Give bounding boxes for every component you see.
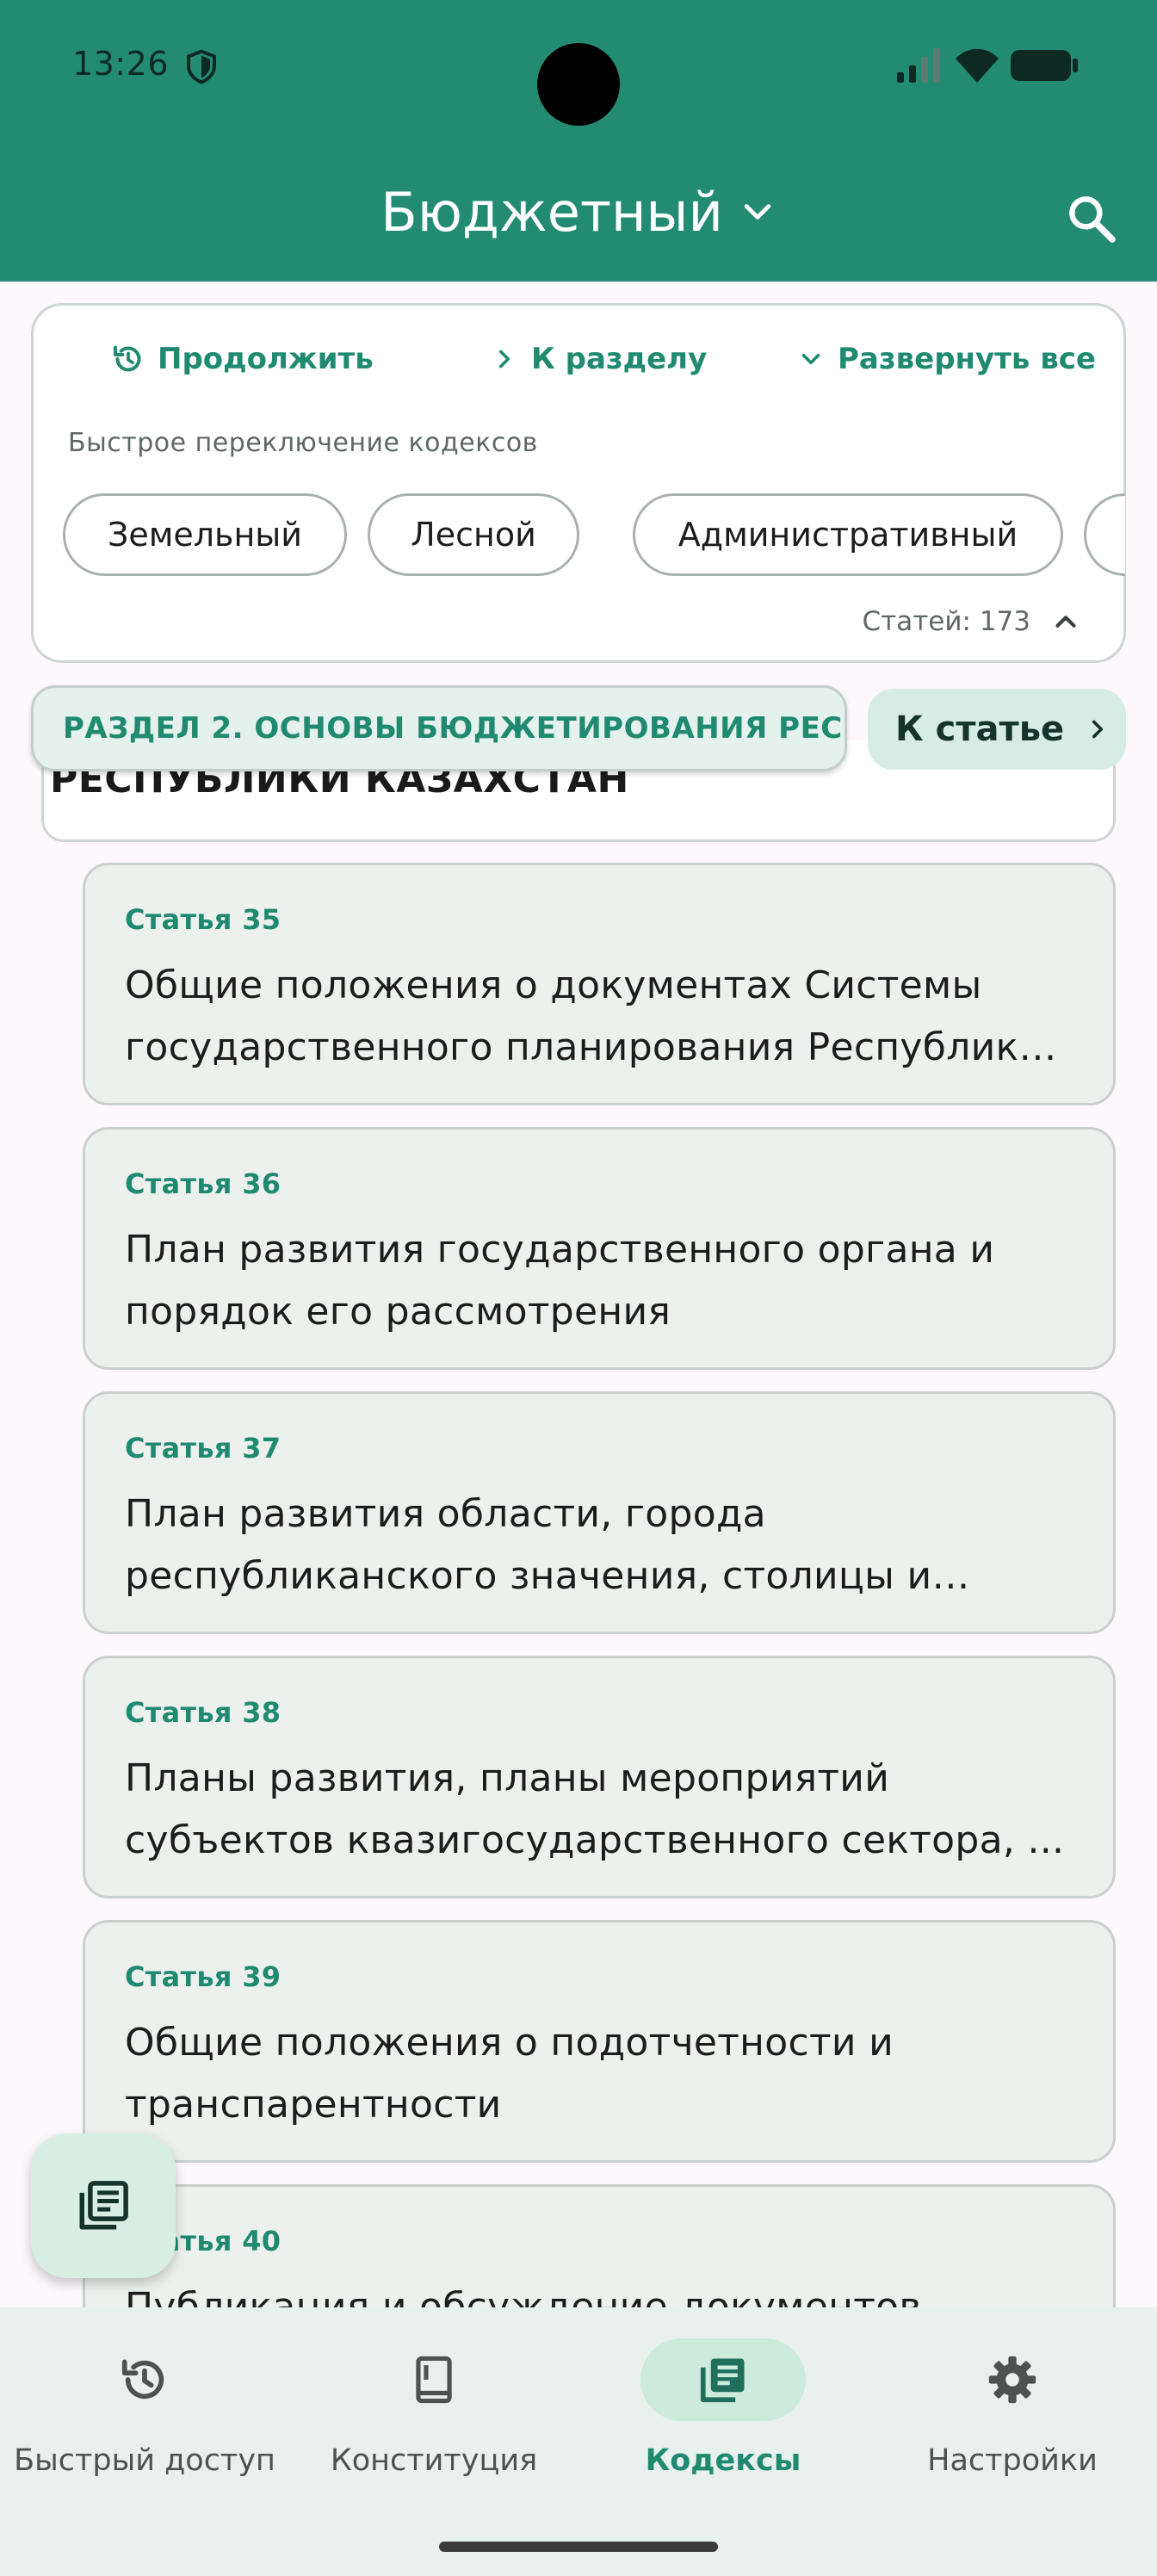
top-app-bar: 13:26 Бюджетный: [0, 0, 1157, 282]
article-list[interactable]: Статья 35 Общие положения о документах С…: [0, 858, 1157, 2307]
to-article-label: К статье: [895, 709, 1065, 749]
gear-icon: [986, 2353, 1039, 2406]
app-title: Бюджетный: [381, 180, 723, 244]
shield-icon: [184, 48, 219, 86]
chip-lesnoy[interactable]: Лесной: [368, 493, 579, 576]
article-number: Статья 38: [125, 1696, 282, 1729]
chevron-right-icon: [490, 344, 519, 374]
history-icon: [111, 342, 145, 376]
nav-settings[interactable]: Настройки: [868, 2338, 1157, 2511]
article-card-37[interactable]: Статья 37 План развития области, города …: [83, 1391, 1116, 1634]
history-icon: [118, 2353, 171, 2406]
search-icon[interactable]: [1064, 191, 1119, 246]
current-section-pill[interactable]: РАЗДЕЛ 2. ОСНОВЫ БЮДЖЕТИРОВАНИЯ РЕС...: [31, 685, 847, 771]
nav-codes[interactable]: Кодексы: [578, 2338, 868, 2511]
article-title: Планы развития, планы мероприятий субъек…: [125, 1756, 1065, 1862]
nav-constitution[interactable]: Конституция: [289, 2338, 578, 2511]
nav-label: Настройки: [927, 2443, 1098, 2478]
status-time: 13:26: [72, 45, 170, 83]
status-icons: [897, 48, 1080, 83]
wifi-icon: [956, 48, 999, 83]
article-title: Общие положения о подотчетности и трансп…: [125, 2021, 894, 2127]
article-card-38[interactable]: Статья 38 Планы развития, планы мероприя…: [83, 1656, 1116, 1898]
nav-label: Конституция: [330, 2443, 538, 2478]
chevron-down-icon: [796, 344, 826, 374]
nav-label: Быстрый доступ: [14, 2443, 275, 2478]
article-count: Статей: 173: [862, 606, 1030, 637]
chip-partial[interactable]: А: [1084, 493, 1125, 576]
article-title: Общие положения о документах Системы гос…: [125, 963, 1044, 1069]
current-section-label: РАЗДЕЛ 2. ОСНОВЫ БЮДЖЕТИРОВАНИЯ РЕС...: [63, 711, 847, 746]
article-number: Статья 37: [125, 1432, 282, 1464]
nav-quick-access[interactable]: Быстрый доступ: [0, 2338, 289, 2511]
article-number: Статья 39: [125, 1960, 282, 1993]
article-card-39[interactable]: Статья 39 Общие положения о подотчетност…: [83, 1920, 1116, 2163]
article-card-35[interactable]: Статья 35 Общие положения о документах С…: [83, 863, 1116, 1105]
article-title: План развития государственного органа и …: [125, 1228, 995, 1334]
camera-cutout: [537, 43, 620, 126]
contents-fab[interactable]: [31, 2133, 176, 2278]
article-title: План развития области, города республика…: [125, 1492, 932, 1598]
continue-button[interactable]: Продолжить: [111, 342, 374, 376]
article-number: Статья 36: [125, 1167, 282, 1200]
signal-icon: [897, 48, 944, 83]
to-section-button[interactable]: К разделу: [490, 342, 707, 376]
book-icon: [407, 2353, 461, 2406]
article-count-row[interactable]: Статей: 173: [863, 605, 1082, 638]
chip-zemelny[interactable]: Земельный: [63, 493, 347, 576]
continue-label: Продолжить: [158, 342, 374, 376]
article-title: Публикация и обсуждение документов: [125, 2285, 922, 2307]
bottom-navigation: Быстрый доступ Конституция Кодексы Настр…: [0, 2307, 1157, 2576]
article-number: Статья 35: [125, 903, 282, 936]
chevron-down-icon: [739, 193, 776, 231]
quick-switch-label: Быстрое переключение кодексов: [68, 428, 538, 458]
chevron-up-icon: [1049, 605, 1082, 638]
battery-icon: [1011, 48, 1080, 83]
expand-all-label: Развернуть все: [838, 342, 1096, 376]
article-card-40[interactable]: Статья 40 Публикация и обсуждение докуме…: [83, 2184, 1116, 2307]
expand-all-button[interactable]: Развернуть все: [796, 342, 1096, 376]
quick-navigation-card: Продолжить К разделу Развернуть все Быст…: [31, 303, 1126, 663]
chip-administrativny[interactable]: Административный: [633, 493, 1063, 576]
nav-label: Кодексы: [645, 2443, 801, 2478]
chevron-right-icon: [1083, 715, 1112, 744]
to-section-label: К разделу: [531, 342, 708, 376]
article-card-36[interactable]: Статья 36 План развития государственного…: [83, 1127, 1116, 1370]
library-icon: [75, 2177, 132, 2234]
home-indicator[interactable]: [439, 2542, 718, 2552]
to-article-button[interactable]: К статье: [868, 689, 1126, 770]
code-selector-button[interactable]: Бюджетный: [381, 181, 776, 244]
code-chips: Земельный Лесной Административный А: [63, 493, 1125, 576]
library-icon: [696, 2353, 750, 2406]
